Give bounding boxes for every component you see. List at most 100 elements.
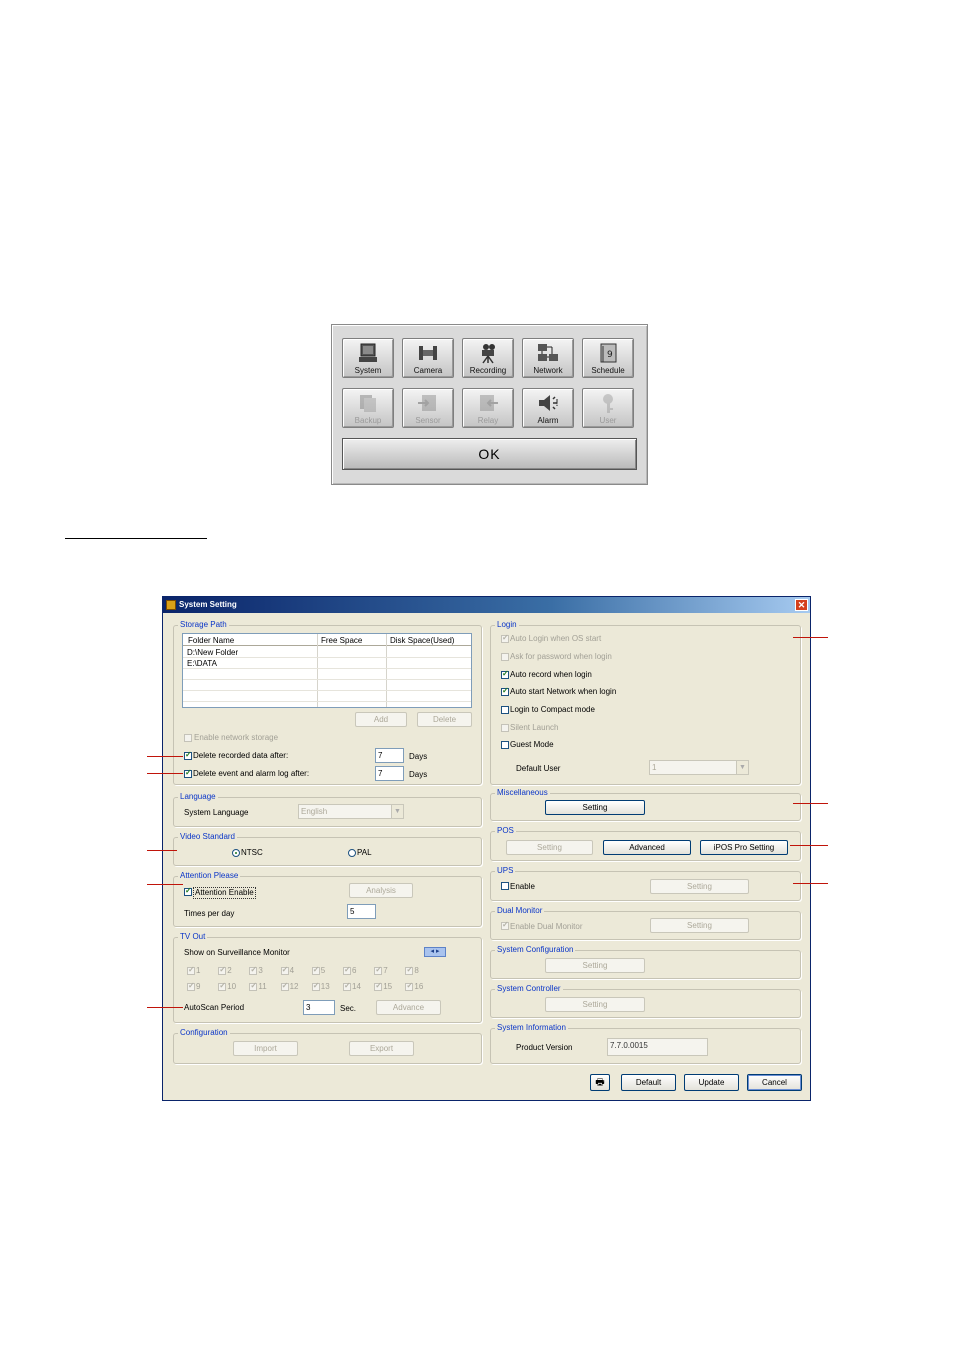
guest-mode-label: Guest Mode [510, 740, 554, 749]
auto-network-checkbox[interactable] [501, 686, 509, 696]
channel-checkbox[interactable] [311, 981, 320, 991]
ntsc-radio[interactable] [232, 849, 240, 857]
silent-launch-checkbox[interactable] [501, 724, 509, 732]
ups-enable-checkbox[interactable] [501, 882, 509, 890]
dual-monitor-setting-button[interactable]: Setting [650, 918, 749, 933]
callout-line [793, 637, 828, 638]
configuration-title: Configuration [178, 1028, 230, 1038]
camera-button-label: Camera [413, 366, 443, 375]
guest-mode-checkbox[interactable] [501, 741, 509, 749]
delete-event-days-input[interactable]: 7 [375, 766, 404, 781]
channel-checkbox[interactable] [374, 981, 383, 991]
channel-checkbox[interactable] [249, 981, 258, 991]
language-title: Language [178, 792, 218, 802]
storage-folder-table[interactable]: Folder Name Free Space Disk Space(Used) … [182, 633, 472, 708]
misc-setting-button[interactable]: Setting [545, 800, 645, 815]
dual-monitor-title: Dual Monitor [495, 906, 545, 916]
channel-label: 7 [383, 966, 388, 975]
miscellaneous-title: Miscellaneous [495, 788, 550, 798]
delete-event-checkbox[interactable] [184, 768, 192, 778]
system-language-value: English [301, 807, 328, 816]
delete-folder-button[interactable]: Delete [417, 712, 472, 727]
table-row[interactable]: D:\New Folder [187, 647, 238, 658]
delete-recorded-checkbox[interactable] [184, 750, 192, 760]
channel-label: 6 [352, 966, 357, 975]
network-button[interactable]: Network [522, 338, 574, 378]
channel-checkbox[interactable] [187, 965, 195, 975]
table-row[interactable]: E:\DATA [187, 658, 217, 669]
channel-checkbox[interactable] [405, 965, 414, 975]
enable-network-storage-checkbox[interactable] [184, 734, 192, 742]
default-user-label: Default User [516, 764, 561, 773]
system-information-title: System Information [495, 1023, 568, 1033]
days-label: Days [409, 770, 428, 779]
attention-enable-label: Attention Enable [193, 887, 256, 899]
channel-checkbox[interactable] [343, 965, 351, 975]
ups-title: UPS [495, 866, 516, 876]
row-divider [183, 668, 471, 669]
user-button[interactable]: User [582, 388, 634, 428]
pos-advanced-button[interactable]: Advanced [603, 840, 691, 855]
camera-button[interactable]: Camera [402, 338, 454, 378]
system-configuration-setting-button[interactable]: Setting [545, 958, 645, 973]
schedule-button[interactable]: 9 Schedule [582, 338, 634, 378]
network-button-label: Network [533, 366, 563, 375]
auto-login-checkbox[interactable] [501, 633, 509, 643]
import-button[interactable]: Import [233, 1041, 298, 1056]
analysis-button[interactable]: Analysis [349, 883, 413, 898]
autoscan-period-input[interactable]: 3 [303, 1000, 335, 1015]
cancel-button[interactable]: Cancel [747, 1074, 802, 1091]
pal-label: PAL [357, 848, 372, 857]
system-language-select[interactable]: English ▼ [298, 804, 404, 819]
column-divider [386, 634, 387, 707]
channel-checkbox[interactable] [218, 981, 227, 991]
auto-login-label: Auto Login when OS start [510, 634, 602, 643]
compact-mode-label: Login to Compact mode [510, 705, 595, 714]
default-button[interactable]: Default [621, 1074, 676, 1091]
system-button[interactable]: System [342, 338, 394, 378]
advance-button[interactable]: Advance [376, 1000, 441, 1015]
alarm-button[interactable]: ! Alarm [522, 388, 574, 428]
export-button[interactable]: Export [349, 1041, 414, 1056]
backup-button[interactable]: Backup [342, 388, 394, 428]
default-user-select[interactable]: 1 ▼ [649, 760, 749, 775]
auto-record-checkbox[interactable] [501, 669, 509, 679]
channel-checkbox[interactable] [218, 965, 227, 975]
ups-setting-button[interactable]: Setting [650, 879, 749, 894]
ipos-pro-setting-button[interactable]: iPOS Pro Setting [700, 840, 788, 855]
update-button[interactable]: Update [684, 1074, 739, 1091]
ask-password-checkbox[interactable] [501, 653, 509, 661]
add-folder-button[interactable]: Add [355, 712, 407, 727]
channel-checkbox[interactable] [249, 965, 258, 975]
times-per-day-input[interactable]: 5 [347, 904, 376, 919]
delete-recorded-days-input[interactable]: 7 [375, 748, 404, 763]
storage-path-title: Storage Path [178, 620, 229, 630]
relay-button[interactable]: Relay [462, 388, 514, 428]
channel-checkbox[interactable] [311, 965, 320, 975]
channel-checkbox[interactable] [280, 981, 289, 991]
callout-line [147, 1007, 183, 1008]
pal-radio[interactable] [348, 849, 356, 857]
system-controller-setting-button[interactable]: Setting [545, 997, 645, 1012]
channel-label: 16 [414, 982, 424, 991]
compact-mode-checkbox[interactable] [501, 706, 509, 714]
login-title: Login [495, 620, 519, 630]
channel-checkbox[interactable] [343, 981, 351, 991]
channel-checkbox[interactable] [374, 965, 383, 975]
ntsc-label: NTSC [241, 848, 263, 857]
channel-checkbox[interactable] [187, 981, 195, 991]
system-controller-group: System Controller [490, 984, 801, 1018]
print-icon[interactable]: 🖶 [590, 1074, 610, 1091]
sensor-button[interactable]: Sensor [402, 388, 454, 428]
close-icon[interactable]: ✕ [795, 599, 808, 611]
row-divider [183, 690, 471, 691]
ok-button[interactable]: OK [342, 438, 637, 470]
monitor-nav-arrows-icon[interactable]: ◂ ▸ [424, 947, 446, 957]
attention-enable-checkbox[interactable] [184, 886, 192, 896]
pos-setting-button[interactable]: Setting [506, 840, 593, 855]
dual-monitor-checkbox[interactable] [501, 920, 509, 930]
section-heading-underline [65, 538, 207, 539]
recording-button[interactable]: Recording [462, 338, 514, 378]
channel-checkbox[interactable] [405, 981, 414, 991]
channel-checkbox[interactable] [280, 965, 289, 975]
